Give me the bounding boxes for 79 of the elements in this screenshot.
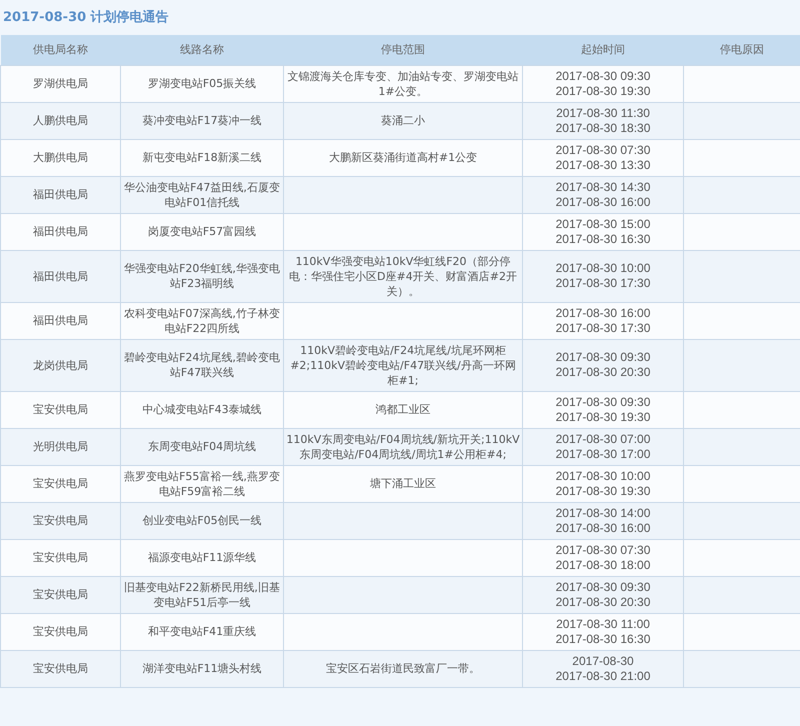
time-cell: 2017-08-30 16:30 — [556, 232, 650, 246]
column-header: 供电局名称 — [33, 43, 88, 56]
time-cell: 2017-08-30 09:30 — [556, 350, 650, 364]
time-cell: 2017-08-30 16:00 — [556, 520, 650, 534]
time-cell: 2017-08-30 15:00 — [556, 216, 650, 230]
time-cell: 2017-08-30 — [572, 654, 634, 668]
area-cell: 大鹏新区葵涌街道高村#1公变 — [328, 151, 478, 164]
time-cell: 2017-08-30 07:00 — [556, 432, 650, 446]
area-cell: 110kV碧岭变电站/F24坑尾线/坑尾环网柜#2;110kV碧岭变电站/F47联兴线/丹高一环网柜#1; — [290, 344, 516, 386]
column-header: 停电范围 — [381, 43, 425, 56]
line-cell: 葵冲变电站F17葵冲一线 — [142, 114, 262, 127]
time-cell: 2017-08-30 10:00 — [556, 261, 650, 275]
line-cell: 中心城变电站F43泰城线 — [142, 403, 262, 416]
time-cell: 2017-08-30 18:30 — [556, 120, 650, 134]
column-header: 停电原因 — [720, 43, 764, 56]
line-cell: 湖洋变电站F11塘头村线 — [142, 662, 262, 675]
office-cell: 福田供电局 — [33, 270, 88, 282]
time-cell: 2017-08-30 16:00 — [556, 306, 650, 320]
office-cell: 人鹏供电局 — [33, 114, 88, 127]
time-cell: 2017-08-30 21:00 — [556, 668, 650, 682]
office-cell: 福田供电局 — [33, 225, 88, 238]
time-cell: 2017-08-30 11:00 — [556, 616, 650, 630]
time-cell: 2017-08-30 18:00 — [556, 558, 650, 572]
time-cell: 2017-08-30 17:30 — [556, 320, 650, 334]
office-cell: 罗湖供电局 — [33, 77, 88, 90]
line-cell: 农科变电站F07深高线,竹子林变电站F22四所线 — [124, 306, 280, 334]
line-cell: 旧基变电站F22新桥民用线,旧基变电站F51后亭一线 — [124, 580, 280, 608]
line-cell: 燕罗变电站F55富裕一线,燕罗变电站F59富裕二线 — [124, 470, 280, 498]
time-cell: 2017-08-30 17:30 — [556, 276, 650, 290]
line-cell: 新屯变电站F18新溪二线 — [142, 151, 262, 164]
time-cell: 2017-08-30 20:30 — [556, 594, 650, 608]
time-cell: 2017-08-30 11:30 — [556, 106, 650, 120]
office-cell: 宝安供电局 — [33, 514, 88, 527]
time-cell: 2017-08-30 09:30 — [556, 394, 650, 408]
office-cell: 龙岗供电局 — [33, 358, 88, 372]
time-cell: 2017-08-30 14:30 — [556, 180, 650, 194]
line-cell: 和平变电站F41重庆线 — [148, 625, 256, 638]
line-cell: 罗湖变电站F05振关线 — [148, 77, 256, 90]
area-cell: 宝安区石岩街道民致富厂一带。 — [326, 662, 480, 675]
column-header: 线路名称 — [180, 43, 224, 56]
column-header: 起始时间 — [581, 43, 625, 56]
time-cell: 2017-08-30 16:00 — [556, 194, 650, 208]
line-cell: 碧岭变电站F24坑尾线,碧岭变电站F47联兴线 — [124, 351, 280, 379]
office-cell: 宝安供电局 — [33, 477, 88, 490]
area-cell: 文锦渡海关仓库专变、加油站专变、罗湖变电站1#公变。 — [288, 70, 518, 98]
time-cell: 2017-08-30 14:00 — [556, 506, 650, 520]
office-cell: 福田供电局 — [33, 188, 88, 201]
line-cell: 华强变电站F20华虹线,华强变电站F23福明线 — [124, 262, 280, 290]
time-cell: 2017-08-30 19:30 — [556, 84, 650, 98]
line-cell: 创业变电站F05创民一线 — [142, 514, 262, 527]
time-cell: 2017-08-30 19:30 — [556, 410, 650, 424]
time-cell: 2017-08-30 07:30 — [556, 142, 650, 156]
office-cell: 光明供电局 — [33, 440, 88, 453]
area-cell: 葵涌二小 — [381, 114, 425, 127]
line-cell: 华公油变电站F47益田线,石厦变电站F01信托线 — [124, 180, 280, 208]
office-cell: 宝安供电局 — [33, 625, 88, 638]
line-cell: 东周变电站F04周坑线 — [148, 440, 256, 453]
office-cell: 福田供电局 — [33, 314, 88, 327]
time-cell: 2017-08-30 19:30 — [556, 484, 650, 498]
time-cell: 2017-08-30 13:30 — [556, 158, 650, 172]
notice-title: 2017-08-30 计划停电通告 — [3, 8, 169, 27]
time-cell: 2017-08-30 16:30 — [556, 632, 650, 646]
line-cell: 岗厦变电站F57富园线 — [148, 225, 256, 238]
time-cell: 2017-08-30 20:30 — [556, 365, 650, 379]
time-cell: 2017-08-30 09:30 — [556, 68, 650, 82]
area-cell: 110kV华强变电站10kV华虹线F20（部分停电：华强住宅小区D座#4开关、财富酒店#2开关）。 — [289, 254, 517, 298]
time-cell: 2017-08-30 10:00 — [556, 468, 650, 482]
office-cell: 宝安供电局 — [33, 588, 88, 601]
office-cell: 宝安供电局 — [33, 551, 88, 564]
area-cell: 110kV东周变电站/F04周坑线/新坑开关;110kV东周变电站/F04周坑线/周坑1#公用柜#4; — [286, 432, 520, 460]
time-cell: 2017-08-30 07:30 — [556, 542, 650, 556]
time-cell: 2017-08-30 09:30 — [556, 580, 650, 594]
office-cell: 宝安供电局 — [33, 403, 88, 416]
time-cell: 2017-08-30 17:00 — [556, 446, 650, 460]
line-cell: 福源变电站F11源华线 — [148, 551, 256, 564]
office-cell: 宝安供电局 — [33, 662, 88, 675]
office-cell: 大鹏供电局 — [33, 151, 88, 164]
area-cell: 塘下涌工业区 — [370, 477, 436, 490]
area-cell: 鸿都工业区 — [376, 403, 430, 416]
